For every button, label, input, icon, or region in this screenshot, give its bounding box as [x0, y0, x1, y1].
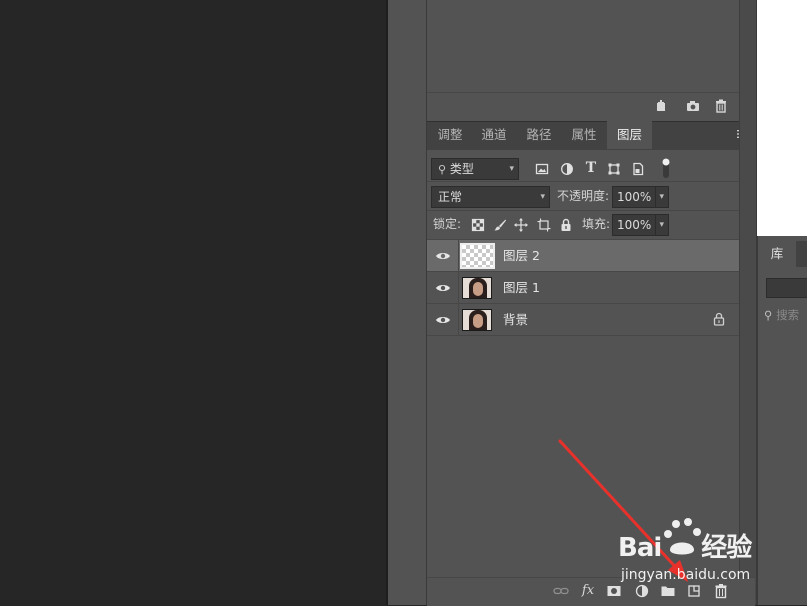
white-document-area	[757, 0, 807, 236]
opacity-field[interactable]: 100% ▾	[612, 186, 669, 208]
layer-separator	[458, 272, 459, 303]
tab-properties[interactable]: 属性	[562, 121, 606, 149]
tab-layers[interactable]: 图层	[607, 121, 652, 149]
search-icon: ⚲	[764, 308, 773, 322]
trash-icon[interactable]	[714, 99, 728, 113]
layer-name[interactable]: 图层 2	[503, 240, 540, 272]
tab-paths[interactable]: 路径	[517, 121, 561, 149]
blend-mode-dropdown[interactable]: 正常 ▾	[431, 186, 550, 208]
watermark-url: jingyan.baidu.com	[621, 567, 751, 583]
adjustment-filter-icon[interactable]	[560, 162, 574, 180]
lock-label: 锁定:	[433, 217, 462, 231]
shape-filter-icon[interactable]	[607, 162, 621, 180]
opacity-label: 不透明度:	[557, 189, 610, 203]
collapsed-panel-dock	[388, 0, 427, 605]
library-search-placeholder: 搜索	[776, 308, 800, 322]
layer-thumbnail[interactable]	[460, 243, 495, 269]
history-panel	[427, 0, 739, 92]
chevron-down-icon: ▾	[655, 215, 664, 235]
filter-kind-dropdown[interactable]: ⚲ 类型 ▾	[431, 158, 519, 180]
fill-label: 填充:	[582, 217, 611, 231]
filter-toggle-icon[interactable]	[659, 157, 673, 183]
visibility-eye-icon[interactable]	[435, 312, 451, 328]
layer-row-layer2[interactable]: 图层 2	[427, 240, 739, 272]
lock-transparent-pixels-icon[interactable]	[471, 218, 485, 236]
lock-icon	[713, 312, 725, 330]
fill-value: 100%	[617, 218, 652, 232]
smart-object-filter-icon[interactable]	[631, 162, 645, 180]
watermark-brand: Bai 经验	[618, 533, 752, 563]
tab-channels[interactable]: 通道	[473, 121, 515, 149]
fx-icon[interactable]: fx	[580, 583, 596, 599]
opacity-value: 100%	[617, 190, 652, 204]
tab-libraries[interactable]: 库	[758, 241, 796, 267]
visibility-eye-icon[interactable]	[435, 248, 451, 264]
layer-separator	[458, 304, 459, 335]
library-tab-bar	[796, 241, 807, 267]
layer-name[interactable]: 背景	[503, 304, 528, 336]
image-filter-icon[interactable]	[535, 162, 549, 180]
chevron-down-icon: ▾	[509, 164, 514, 174]
lock-all-icon[interactable]	[559, 218, 573, 236]
lock-image-pixels-icon[interactable]	[493, 218, 507, 236]
visibility-eye-icon[interactable]	[435, 280, 451, 296]
filter-kind-label: 类型	[449, 162, 474, 176]
lock-position-icon[interactable]	[514, 218, 528, 236]
type-filter-icon[interactable]: T	[584, 161, 598, 175]
panel-scrollbar[interactable]	[739, 0, 756, 605]
layer-thumbnail[interactable]	[462, 277, 492, 299]
camera-icon[interactable]	[686, 99, 700, 113]
layer-name[interactable]: 图层 1	[503, 272, 540, 304]
chevron-down-icon: ▾	[540, 192, 545, 202]
chevron-down-icon: ▾	[655, 187, 664, 207]
tab-adjustments[interactable]: 调整	[428, 121, 472, 149]
layer-row-layer1[interactable]: 图层 1	[427, 272, 739, 304]
new-snapshot-icon[interactable]	[654, 99, 668, 113]
lock-artboard-icon[interactable]	[537, 218, 551, 236]
search-icon: ⚲	[438, 163, 447, 176]
document-canvas[interactable]	[0, 0, 386, 605]
library-dropdown[interactable]	[766, 278, 807, 298]
layer-thumbnail[interactable]	[462, 309, 492, 331]
library-search[interactable]: ⚲ 搜索	[764, 307, 799, 323]
link-layers-icon[interactable]	[553, 583, 569, 599]
layer-row-background[interactable]: 背景	[427, 304, 739, 336]
fill-field[interactable]: 100% ▾	[612, 214, 669, 236]
layer-separator	[458, 240, 459, 271]
blend-mode-value: 正常	[438, 190, 463, 204]
